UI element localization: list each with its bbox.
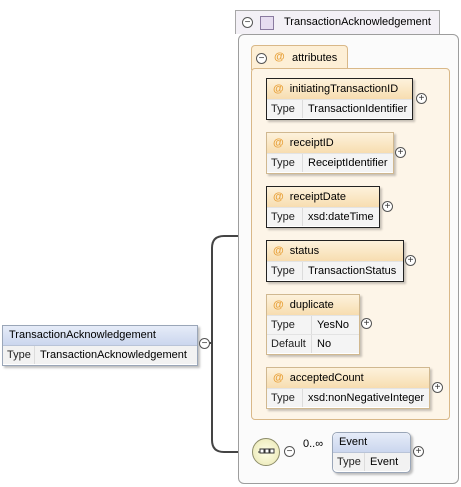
event-cardinality: 0..∞ bbox=[303, 438, 324, 450]
sequence-compositor[interactable] bbox=[252, 438, 280, 466]
expand-icon[interactable]: + bbox=[416, 93, 427, 104]
root-collapse-icon[interactable]: − bbox=[199, 338, 210, 349]
attribute-icon: @ bbox=[273, 83, 284, 95]
attribute-name: acceptedCount bbox=[289, 372, 364, 384]
complex-type-icon bbox=[260, 16, 274, 30]
attribute-icon: @ bbox=[273, 137, 284, 149]
root-element-box[interactable]: TransactionAcknowledgement Type Transact… bbox=[2, 325, 198, 366]
attribute-type-key: Type bbox=[267, 389, 303, 407]
attribute-type-key: Type bbox=[267, 208, 303, 226]
event-element-name: Event bbox=[333, 433, 410, 453]
root-type-value: TransactionAcknowledgement bbox=[40, 349, 187, 361]
attribute-icon: @ bbox=[273, 372, 284, 384]
expand-icon[interactable]: + bbox=[405, 255, 416, 266]
attributes-collapse-icon[interactable]: − bbox=[256, 53, 267, 64]
attribute-type-key: Type bbox=[267, 316, 312, 334]
sequence-collapse-icon[interactable]: − bbox=[284, 446, 295, 457]
attribute-type-key: Type bbox=[267, 100, 303, 118]
attribute-icon: @ bbox=[273, 245, 284, 257]
attribute-receipt-date[interactable]: @ receiptDate Type xsd:dateTime bbox=[266, 186, 380, 228]
attribute-type-value: YesNo bbox=[317, 319, 350, 331]
expand-icon[interactable]: + bbox=[413, 446, 424, 457]
attribute-type-value: TransactionIdentifier bbox=[308, 103, 408, 115]
attributes-group-tab: − @ attributes bbox=[251, 45, 348, 70]
sequence-icon bbox=[258, 448, 275, 454]
complex-type-title-tab: − TransactionAcknowledgement bbox=[235, 10, 440, 34]
attribute-duplicate[interactable]: @ duplicate Type YesNo Default No bbox=[266, 294, 360, 355]
expand-icon[interactable]: + bbox=[382, 201, 393, 212]
root-element-name: TransactionAcknowledgement bbox=[3, 326, 197, 346]
event-type-value: Event bbox=[370, 456, 399, 468]
attribute-accepted-count[interactable]: @ acceptedCount Type xsd:nonNegativeIntege… bbox=[266, 367, 430, 409]
attribute-name: receiptDate bbox=[289, 191, 346, 203]
attribute-type-value: xsd:dateTime bbox=[308, 211, 374, 223]
attribute-default-key: Default bbox=[267, 335, 312, 353]
event-type-key: Type bbox=[333, 453, 365, 471]
attribute-default-value: No bbox=[317, 338, 332, 350]
attribute-name: initiatingTransactionID bbox=[289, 83, 399, 95]
attributes-label: attributes bbox=[292, 52, 338, 64]
attribute-icon: @ bbox=[273, 191, 284, 203]
attribute-receipt-id[interactable]: @ receiptID Type ReceiptIdentifier bbox=[266, 132, 394, 174]
attribute-icon: @ bbox=[273, 299, 284, 311]
attribute-type-key: Type bbox=[267, 154, 303, 172]
expand-icon[interactable]: + bbox=[361, 318, 372, 329]
attribute-initiating-transaction-id[interactable]: @ initiatingTransactionID Type Transaction… bbox=[266, 78, 413, 120]
event-element-box[interactable]: Event Type Event bbox=[332, 432, 411, 473]
attribute-name: status bbox=[289, 245, 320, 257]
attribute-type-value: xsd:nonNegativeInteger bbox=[308, 392, 425, 404]
root-type-key: Type bbox=[3, 346, 35, 364]
attribute-name: duplicate bbox=[289, 299, 334, 311]
attribute-type-key: Type bbox=[267, 262, 303, 280]
attribute-symbol-icon: @ bbox=[274, 51, 285, 63]
attribute-status[interactable]: @ status Type TransactionStatus bbox=[266, 240, 404, 282]
attribute-name: receiptID bbox=[289, 137, 334, 149]
expand-icon[interactable]: + bbox=[395, 147, 406, 158]
complex-type-name: TransactionAcknowledgement bbox=[284, 16, 431, 28]
attribute-type-value: TransactionStatus bbox=[308, 265, 397, 277]
complex-type-collapse-icon[interactable]: − bbox=[242, 17, 253, 28]
expand-icon[interactable]: + bbox=[432, 382, 443, 393]
attribute-type-value: ReceiptIdentifier bbox=[308, 157, 388, 169]
